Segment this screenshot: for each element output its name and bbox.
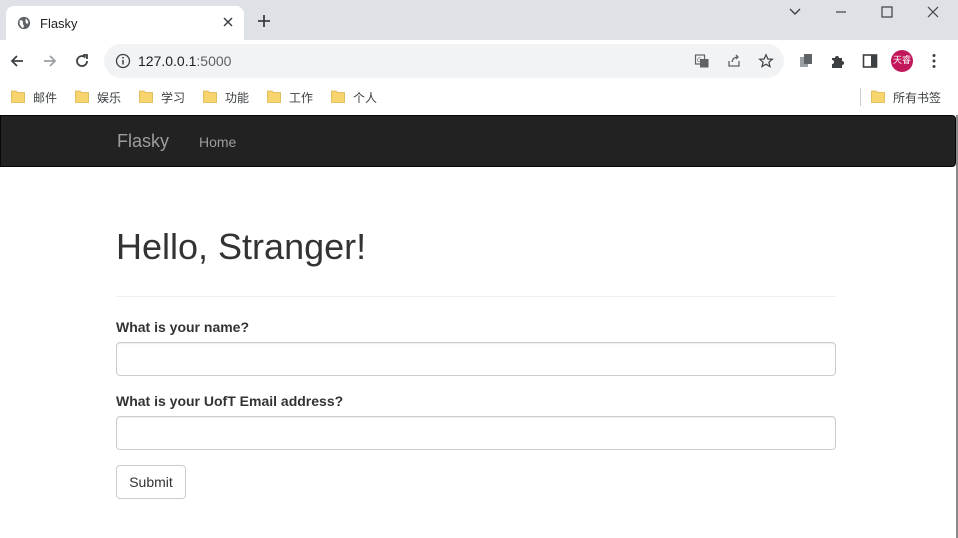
name-label: What is your name?: [116, 319, 250, 335]
bookmark-label: 个人: [353, 91, 378, 105]
folder-icon: [139, 90, 153, 103]
new-tab-icon[interactable]: [256, 13, 272, 29]
bookmarks-divider: [860, 88, 861, 106]
close-window-icon[interactable]: [924, 4, 942, 20]
folder-icon: [871, 90, 885, 103]
all-bookmarks-label: 所有书签: [893, 91, 942, 105]
globe-icon: [17, 16, 31, 30]
url-host: 127.0.0.1: [138, 53, 197, 69]
minimize-icon[interactable]: [832, 4, 850, 20]
email-input[interactable]: [116, 416, 836, 450]
name-input[interactable]: [116, 342, 836, 376]
profile-avatar[interactable]: 天睿: [891, 50, 913, 72]
extension-copy-icon[interactable]: [797, 52, 815, 70]
tab-strip: Flasky: [0, 0, 958, 40]
bookmark-label: 工作: [289, 91, 314, 105]
maximize-icon[interactable]: [878, 4, 896, 20]
bookmark-label: 功能: [225, 91, 250, 105]
browser-tab[interactable]: Flasky: [6, 6, 244, 40]
reload-icon[interactable]: [73, 52, 91, 70]
extensions-puzzle-icon[interactable]: [829, 52, 847, 70]
side-panel-icon[interactable]: [861, 52, 879, 70]
folder-icon: [75, 90, 89, 103]
submit-button[interactable]: Submit: [116, 465, 186, 499]
tab-title: Flasky: [40, 16, 78, 31]
tab-search-chevron-icon[interactable]: [786, 4, 804, 20]
email-label: What is your UofT Email address?: [116, 393, 344, 409]
page-heading: Hello, Stranger!: [116, 226, 367, 267]
address-bar[interactable]: 127.0.0.1:5000 G: [104, 44, 784, 78]
navbar-brand[interactable]: Flasky: [117, 131, 169, 152]
folder-icon: [331, 90, 345, 103]
heading-divider: [116, 296, 836, 297]
folder-icon: [267, 90, 281, 103]
site-navbar: Flasky Home: [0, 115, 956, 167]
folder-icon: [11, 90, 25, 103]
bookmark-label: 学习: [161, 91, 186, 105]
folder-icon: [203, 90, 217, 103]
more-menu-icon[interactable]: [926, 52, 942, 70]
share-icon[interactable]: [726, 53, 742, 69]
site-info-icon[interactable]: [115, 53, 131, 69]
url-port: :5000: [196, 53, 232, 69]
url-text[interactable]: 127.0.0.1:5000: [138, 53, 231, 69]
close-tab-icon[interactable]: [220, 14, 236, 30]
bookmark-star-icon[interactable]: [758, 53, 774, 69]
nav-link-home[interactable]: Home: [199, 134, 236, 150]
browser-toolbar: 127.0.0.1:5000 G 天睿: [0, 40, 958, 82]
translate-icon[interactable]: G: [694, 53, 710, 69]
svg-text:G: G: [697, 57, 702, 64]
forward-arrow-icon[interactable]: [41, 52, 59, 70]
bookmark-label: 娱乐: [97, 91, 122, 105]
back-arrow-icon[interactable]: [8, 52, 26, 70]
bookmark-label: 邮件: [33, 91, 58, 105]
bookmarks-bar: 邮件 娱乐 学习 功能 工作 个人 所有书签: [0, 82, 958, 112]
